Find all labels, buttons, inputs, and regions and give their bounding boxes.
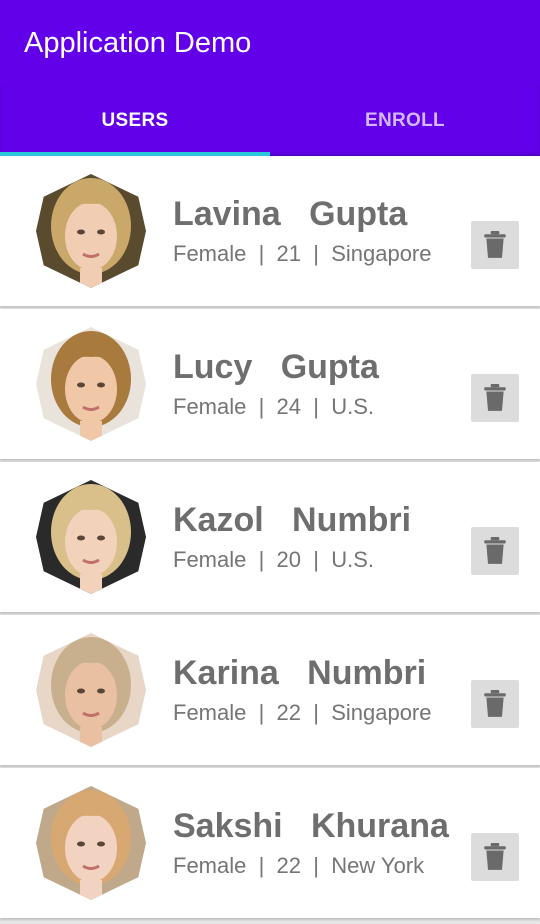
user-first-name: Lucy	[173, 348, 253, 386]
user-gender: Female	[173, 700, 247, 725]
delete-button[interactable]	[471, 833, 519, 881]
user-age: 22	[276, 853, 302, 878]
user-location: Singapore	[331, 700, 432, 725]
trash-icon	[482, 690, 508, 718]
user-location: Singapore	[331, 241, 432, 266]
separator: |	[301, 547, 332, 572]
avatar	[36, 327, 146, 441]
user-name: Kazol Numbri	[173, 500, 411, 540]
user-last-name: Numbri	[307, 654, 427, 692]
separator: |	[246, 853, 277, 878]
user-name: Sakshi Khurana	[173, 806, 449, 846]
avatar-photo-icon	[36, 327, 146, 441]
separator: |	[246, 394, 277, 419]
separator: |	[301, 394, 332, 419]
user-details: Female | 22 | New York	[173, 852, 424, 880]
separator: |	[246, 241, 277, 266]
user-name: Karina Numbri	[173, 653, 426, 693]
user-last-name: Gupta	[280, 348, 379, 386]
trash-icon	[482, 843, 508, 871]
delete-button[interactable]	[471, 374, 519, 422]
tab-enroll[interactable]: ENROLL	[270, 86, 540, 156]
user-card[interactable]: Kazol Numbri Female | 20 | U.S.	[0, 462, 540, 612]
separator: |	[246, 547, 277, 572]
tab-users[interactable]: USERS	[0, 86, 270, 156]
tab-bar: USERS ENROLL	[0, 86, 540, 156]
user-details: Female | 20 | U.S.	[173, 546, 374, 574]
trash-icon	[482, 537, 508, 565]
user-location: U.S.	[331, 394, 374, 419]
user-name: Lavina Gupta	[173, 194, 407, 234]
user-age: 24	[276, 394, 302, 419]
avatar	[36, 480, 146, 594]
avatar-photo-icon	[36, 480, 146, 594]
user-card[interactable]: Sakshi Khurana Female | 22 | New York	[0, 768, 540, 918]
user-age: 21	[276, 241, 302, 266]
separator: |	[301, 853, 332, 878]
avatar	[36, 174, 146, 288]
user-gender: Female	[173, 853, 247, 878]
separator: |	[301, 241, 332, 266]
user-card[interactable]: Lucy Gupta Female | 24 | U.S.	[0, 309, 540, 459]
user-last-name: Gupta	[309, 195, 408, 233]
user-details: Female | 24 | U.S.	[173, 393, 374, 421]
user-first-name: Kazol	[173, 501, 264, 539]
app-title: Application Demo	[24, 27, 252, 59]
user-card[interactable]: Karina Numbri Female | 22 | Singapore	[0, 615, 540, 765]
user-gender: Female	[173, 547, 247, 572]
user-name: Lucy Gupta	[173, 347, 379, 387]
delete-button[interactable]	[471, 221, 519, 269]
user-location: U.S.	[331, 547, 374, 572]
avatar-photo-icon	[36, 174, 146, 288]
trash-icon	[482, 384, 508, 412]
avatar	[36, 633, 146, 747]
user-first-name: Lavina	[173, 195, 281, 233]
trash-icon	[482, 231, 508, 259]
separator: |	[301, 700, 332, 725]
app-bar: Application Demo	[0, 0, 540, 86]
avatar	[36, 786, 146, 900]
user-card[interactable]: Lavina Gupta Female | 21 | Singapore	[0, 156, 540, 306]
user-age: 22	[276, 700, 302, 725]
user-location: New York	[331, 853, 425, 878]
user-details: Female | 21 | Singapore	[173, 240, 432, 268]
user-first-name: Karina	[173, 654, 279, 692]
user-last-name: Numbri	[292, 501, 412, 539]
avatar-photo-icon	[36, 786, 146, 900]
user-age: 20	[276, 547, 302, 572]
user-last-name: Khurana	[310, 807, 449, 845]
delete-button[interactable]	[471, 527, 519, 575]
avatar-photo-icon	[36, 633, 146, 747]
user-details: Female | 22 | Singapore	[173, 699, 432, 727]
delete-button[interactable]	[471, 680, 519, 728]
user-gender: Female	[173, 241, 247, 266]
user-first-name: Sakshi	[173, 807, 283, 845]
separator: |	[246, 700, 277, 725]
user-gender: Female	[173, 394, 247, 419]
